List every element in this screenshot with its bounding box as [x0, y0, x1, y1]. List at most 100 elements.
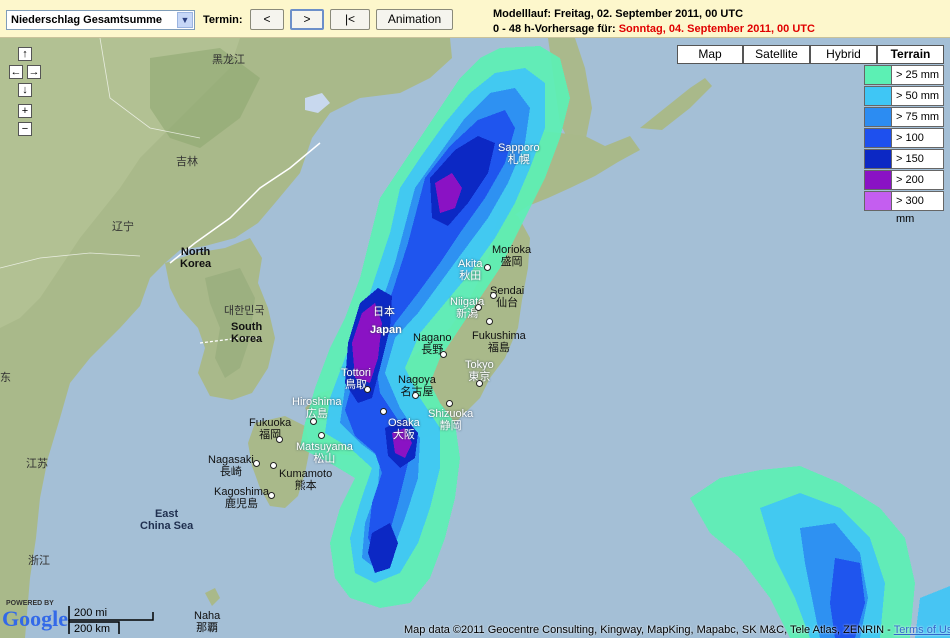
previous-button[interactable]: < — [250, 9, 284, 30]
city-marker-fukushima[interactable] — [486, 318, 493, 325]
city-marker-nagoya[interactable] — [412, 392, 419, 399]
label-jilin: 吉林 — [176, 156, 198, 168]
precipitation-legend: > 25 mm > 50 mm > 75 mm > 100 mm > 150 m… — [864, 65, 944, 225]
label-tottori-name: Tottori — [341, 367, 371, 379]
label-tokyo-name: Tokyo — [465, 359, 494, 371]
label-nagano-name: Nagano — [413, 332, 452, 344]
label-shizuoka: Shizuoka 静岡 — [428, 408, 473, 432]
chevron-down-icon[interactable]: ▼ — [177, 12, 193, 28]
label-liaoning: 辽宁 — [112, 221, 134, 233]
label-nagasaki-name: Nagasaki — [208, 454, 254, 466]
label-hiroshima: Hiroshima 広島 — [292, 396, 342, 420]
legend-row: > 75 mm — [864, 107, 944, 128]
map-type-satellite[interactable]: Satellite — [743, 45, 810, 64]
toolbar: Niederschlag Gesamtsumme ▼ Termin: < > |… — [0, 0, 950, 38]
label-osaka-native: 大阪 — [392, 429, 415, 441]
map-attribution: Map data ©2011 Geocentre Consulting, Kin… — [404, 624, 950, 636]
city-marker-sendai[interactable] — [490, 292, 497, 299]
legend-row: > 150 mm — [864, 149, 944, 183]
scale-mi: 200 mi — [74, 607, 108, 619]
first-button[interactable]: |< — [330, 9, 370, 30]
legend-swatch — [864, 65, 892, 85]
legend-row: > 300 mm — [864, 191, 944, 225]
forecast-prefix: 0 - 48 h-Vorhersage für: — [493, 23, 619, 35]
pan-down-arrow-icon[interactable]: ↓ — [18, 83, 32, 97]
city-marker-niigata[interactable] — [475, 304, 482, 311]
label-akita-native: 秋田 — [459, 270, 482, 282]
label-kumamoto-native: 熊本 — [294, 480, 317, 492]
legend-row: > 50 mm — [864, 86, 944, 107]
label-heilongjiang: 黑龙江 — [212, 54, 245, 66]
city-marker-tokyo[interactable] — [476, 380, 483, 387]
next-button[interactable]: > — [290, 9, 324, 30]
city-marker-tottori[interactable] — [364, 386, 371, 393]
legend-swatch — [864, 128, 892, 148]
label-south-korea-1: South — [231, 321, 263, 333]
label-jiangsu: 江苏 — [26, 458, 48, 470]
zoom-in-icon[interactable]: + — [18, 104, 32, 118]
map-type-terrain[interactable]: Terrain — [877, 45, 944, 64]
label-nagasaki-native: 長崎 — [219, 466, 242, 478]
forecast-date: Sonntag, 04. September 2011, 00 UTC — [618, 23, 815, 35]
label-kagoshima-name: Kagoshima — [214, 486, 270, 498]
forecast-text: 0 - 48 h-Vorhersage für: Sonntag, 04. Se… — [493, 22, 815, 37]
label-dong: 东 — [0, 372, 11, 384]
parameter-select-value: Niederschlag Gesamtsumme — [11, 14, 163, 26]
label-south-korea: South Korea — [231, 321, 262, 345]
pan-left-arrow-icon[interactable]: ← — [9, 65, 23, 79]
legend-swatch — [864, 107, 892, 127]
label-kumamoto: Kumamoto 熊本 — [279, 468, 332, 492]
legend-row: > 200 mm — [864, 170, 944, 204]
label-fukushima: Fukushima 福島 — [472, 330, 526, 354]
label-sapporo-name: Sapporo — [498, 142, 540, 154]
google-logo[interactable]: POWERED BY Google — [2, 600, 68, 636]
precipitation-overlay — [300, 46, 950, 638]
label-fukushima-native: 福島 — [487, 342, 510, 354]
scale-km: 200 km — [74, 623, 111, 635]
label-east-china-sea-1: East — [154, 508, 179, 520]
label-sapporo-native: 札幌 — [507, 154, 530, 166]
label-shizuoka-name: Shizuoka — [428, 408, 474, 420]
label-fukuoka-name: Fukuoka — [249, 417, 292, 429]
label-north-korea-2: Korea — [180, 258, 212, 270]
label-japan-native: 日本 — [373, 306, 395, 318]
label-east-china-sea: East China Sea — [140, 508, 193, 532]
label-shizuoka-native: 静岡 — [439, 420, 462, 432]
legend-label: > 300 mm — [892, 191, 944, 225]
map-type-hybrid[interactable]: Hybrid — [810, 45, 877, 64]
legend-label: > 200 mm — [892, 170, 944, 204]
label-hiroshima-native: 広島 — [305, 408, 328, 420]
label-east-china-sea-2: China Sea — [140, 520, 194, 532]
label-akita: Akita 秋田 — [458, 258, 482, 282]
city-marker-osaka[interactable] — [380, 408, 387, 415]
label-naha-name: Naha — [194, 610, 221, 622]
label-fukuoka: Fukuoka 福岡 — [249, 417, 291, 441]
city-marker-hiroshima[interactable] — [310, 418, 317, 425]
terms-of-use-link[interactable]: Terms of Use — [894, 624, 950, 636]
city-marker-fukuoka[interactable] — [276, 436, 283, 443]
label-morioka-name: Morioka — [492, 244, 532, 256]
label-hiroshima-name: Hiroshima — [292, 396, 342, 408]
pan-up-arrow-icon[interactable]: ↑ — [18, 47, 32, 61]
city-marker-nagano[interactable] — [440, 351, 447, 358]
zoom-out-icon[interactable]: − — [18, 122, 32, 136]
city-marker-shizuoka[interactable] — [446, 400, 453, 407]
city-marker-kumamoto[interactable] — [270, 462, 277, 469]
label-south-korea-native: 대한민국 — [224, 305, 265, 317]
map-type-map[interactable]: Map — [677, 45, 743, 64]
label-akita-name: Akita — [458, 258, 483, 270]
pan-right-arrow-icon[interactable]: → — [27, 65, 41, 79]
label-zhejiang: 浙江 — [28, 555, 50, 567]
city-marker-morioka[interactable] — [484, 264, 491, 271]
city-marker-kagoshima[interactable] — [268, 492, 275, 499]
city-marker-nagasaki[interactable] — [253, 460, 260, 467]
label-north-korea: North Korea — [180, 246, 211, 270]
animation-button[interactable]: Animation — [376, 9, 453, 30]
label-sapporo: Sapporo 札幌 — [498, 142, 540, 166]
label-naha: Naha 那覇 — [194, 610, 220, 634]
city-marker-matsuyama[interactable] — [318, 432, 325, 439]
legend-label: > 75 mm — [892, 107, 944, 127]
map[interactable]: 黑龙江 吉林 辽宁 North Korea 대한민국 South Korea 东 江… — [0, 38, 950, 638]
parameter-select[interactable]: Niederschlag Gesamtsumme ▼ — [6, 10, 195, 30]
label-matsuyama-native: 松山 — [313, 453, 336, 465]
